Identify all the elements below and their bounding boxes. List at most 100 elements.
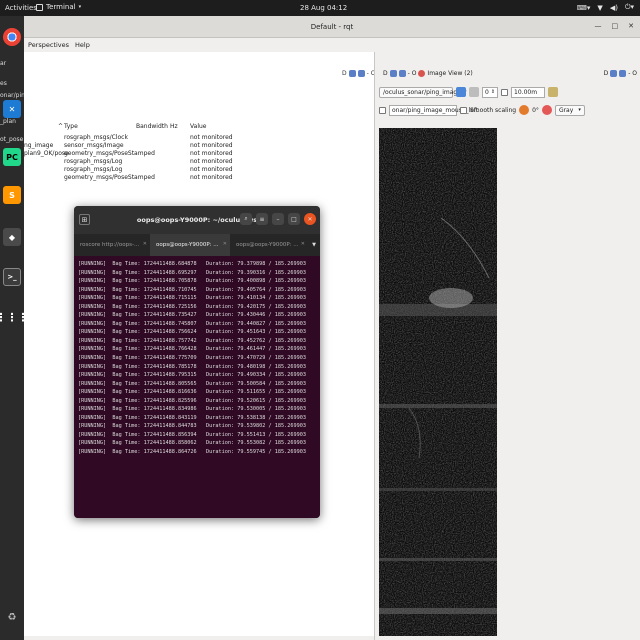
sonar-image[interactable] bbox=[379, 128, 497, 636]
window-controls: — □ ✕ bbox=[595, 22, 635, 30]
table-row[interactable]: geometry_msgs/PoseStamped not monitored bbox=[24, 174, 374, 182]
terminal-line: [RUNNING] Bag Time: 1724411488.864726 Du… bbox=[78, 449, 306, 456]
mouse-topic-field[interactable]: onar/ping_image_mouse_left bbox=[389, 104, 478, 116]
table-row[interactable]: rosgraph_msgs/Log not monitored bbox=[24, 158, 374, 166]
vscode-icon[interactable]: ✕ bbox=[3, 100, 21, 118]
help-icon[interactable] bbox=[398, 70, 406, 77]
dock-float-button[interactable]: D bbox=[604, 70, 609, 77]
close-icon[interactable]: ✕ bbox=[301, 241, 305, 247]
menu-bar: Perspectives Help bbox=[24, 38, 640, 52]
table-row[interactable]: plan9_OK/pose geometry_msgs/PoseStamped … bbox=[24, 150, 374, 158]
show-apps-icon[interactable]: ⋮⋮⋮ bbox=[0, 308, 29, 326]
topic-table: rosgraph_msgs/Clock not monitored ng_ima… bbox=[24, 134, 374, 182]
image-view-toolbar: /oculus_sonar/ping_image ▾ 0 ⇕ 10.00m bbox=[379, 86, 559, 98]
smooth-scaling-checkbox[interactable] bbox=[460, 106, 467, 114]
terminal-line: [RUNNING] Bag Time: 1724411488.725156 Du… bbox=[78, 303, 306, 310]
zoom-fit-icon[interactable] bbox=[469, 87, 479, 97]
minimize-button[interactable]: – bbox=[272, 213, 284, 225]
tab-oops-2[interactable]: oops@oops-Y9000P: ... ✕ bbox=[150, 234, 230, 256]
desktop-file-label[interactable]: _plan bbox=[0, 118, 16, 125]
image-view-panel: D - O Image View (2) D - O /oculus_sonar… bbox=[374, 52, 640, 640]
tab-roscore[interactable]: roscore http://oops-... ✕ bbox=[74, 234, 150, 256]
desktop-file-label[interactable]: ot_pose bbox=[0, 136, 23, 143]
clock[interactable]: 28 Aug 04:12 bbox=[300, 4, 347, 12]
minimize-button[interactable]: — bbox=[595, 22, 602, 30]
topic-type: rosgraph_msgs/Clock bbox=[64, 134, 128, 141]
cube-app-icon[interactable]: ◆ bbox=[3, 228, 21, 246]
save-icon[interactable] bbox=[548, 87, 559, 97]
app-menu[interactable]: Terminal ▾ bbox=[36, 3, 81, 11]
terminal-window: ⊞ oops@oops-Y9000P: ~/oculus_ws ⌕ ≡ – □ … bbox=[74, 206, 320, 518]
desktop-file-label[interactable]: ar bbox=[0, 60, 6, 67]
image-view-title-row: D - O Image View (2) D - O bbox=[375, 70, 640, 80]
sublime-icon[interactable]: S bbox=[3, 186, 21, 204]
close-button[interactable]: ✕ bbox=[628, 22, 634, 30]
tab-label: oops@oops-Y9000P: ... bbox=[156, 242, 219, 248]
search-icon[interactable]: ⌕ bbox=[240, 213, 252, 225]
hamburger-menu-icon[interactable]: ≡ bbox=[256, 213, 268, 225]
terminal-tabs: roscore http://oops-... ✕ oops@oops-Y900… bbox=[74, 234, 320, 256]
column-header-bandwidth[interactable]: Bandwidth bbox=[136, 123, 168, 130]
max-range-field[interactable]: 10.00m bbox=[511, 86, 546, 98]
image-view-title: Image View (2) bbox=[427, 70, 473, 77]
publish-click-checkbox[interactable] bbox=[379, 106, 386, 114]
desktop: Activities Terminal ▾ 28 Aug 04:12 ⌨▾ ▼ … bbox=[0, 0, 640, 640]
panel-close-button[interactable]: - O bbox=[628, 70, 637, 77]
reload-icon[interactable] bbox=[389, 70, 397, 77]
window-title: Default - rqt bbox=[310, 23, 354, 31]
terminal-output[interactable]: [RUNNING] Bag Time: 1724411488.684878 Du… bbox=[74, 256, 320, 518]
reload-icon[interactable] bbox=[348, 70, 356, 77]
terminal-line: [RUNNING] Bag Time: 1724411488.816636 Du… bbox=[78, 389, 306, 396]
colormap-select[interactable]: Gray ▾ bbox=[554, 104, 585, 116]
pycharm-icon[interactable]: PC bbox=[3, 148, 21, 166]
help-icon[interactable] bbox=[357, 70, 365, 77]
refresh-icon[interactable] bbox=[456, 87, 466, 97]
dock-float-button[interactable]: D bbox=[342, 70, 347, 77]
desktop-file-label[interactable]: es bbox=[0, 80, 7, 87]
terminal-icon[interactable]: >_ bbox=[3, 268, 21, 286]
keyboard-icon: ⌨▾ bbox=[576, 3, 591, 12]
help-icon[interactable] bbox=[619, 70, 627, 77]
chrome-icon[interactable] bbox=[3, 28, 21, 46]
maximize-button[interactable]: □ bbox=[612, 22, 619, 30]
close-icon[interactable]: ✕ bbox=[143, 241, 147, 247]
topic-type: geometry_msgs/PoseStamped bbox=[64, 150, 155, 157]
column-header-value[interactable]: Value bbox=[190, 123, 206, 130]
tab-label: roscore http://oops-... bbox=[80, 242, 140, 248]
record-icon bbox=[418, 70, 426, 77]
system-tray[interactable]: ⌨▾ ▼ ◀) ⏻▾ bbox=[577, 3, 634, 12]
column-header-hz[interactable]: Hz bbox=[170, 123, 178, 130]
rqt-titlebar[interactable]: Default - rqt — □ ✕ bbox=[24, 16, 640, 38]
dynamic-range-checkbox[interactable] bbox=[501, 88, 509, 96]
terminal-line: [RUNNING] Bag Time: 1724411488.785178 Du… bbox=[78, 363, 306, 370]
maximize-button[interactable]: □ bbox=[288, 213, 300, 225]
topic-type: sensor_msgs/Image bbox=[64, 142, 124, 149]
chevron-down-icon[interactable]: ▼ bbox=[312, 242, 316, 248]
trash-icon[interactable]: ♻ bbox=[3, 608, 21, 626]
topic-name: ng_image bbox=[24, 142, 54, 149]
tab-oops-3[interactable]: oops@oops-Y9000P: ... ✕ bbox=[230, 234, 308, 256]
activities-button[interactable]: Activities bbox=[5, 4, 37, 12]
topic-value: not monitored bbox=[190, 134, 233, 141]
terminal-header[interactable]: ⊞ oops@oops-Y9000P: ~/oculus_ws ⌕ ≡ – □ … bbox=[74, 206, 320, 234]
topic-value: not monitored bbox=[190, 166, 233, 173]
image-view-toolbar-2: onar/ping_image_mouse_left Smooth scalin… bbox=[379, 104, 585, 116]
column-header-type[interactable]: Type bbox=[64, 123, 78, 130]
menu-perspectives[interactable]: Perspectives bbox=[28, 41, 69, 49]
terminal-line: [RUNNING] Bag Time: 1724411488.735427 Du… bbox=[78, 312, 306, 319]
topic-select[interactable]: /oculus_sonar/ping_image ▾ bbox=[379, 86, 466, 98]
close-button[interactable]: ✕ bbox=[304, 213, 316, 225]
table-row[interactable]: ng_image sensor_msgs/Image not monitored bbox=[24, 142, 374, 150]
top-bar: Activities Terminal ▾ 28 Aug 04:12 ⌨▾ ▼ … bbox=[0, 0, 640, 16]
topic-value: not monitored bbox=[190, 150, 233, 157]
close-icon[interactable]: ✕ bbox=[223, 241, 227, 247]
table-row[interactable]: rosgraph_msgs/Log not monitored bbox=[24, 166, 374, 174]
menu-help[interactable]: Help bbox=[75, 41, 90, 49]
table-row[interactable]: rosgraph_msgs/Clock not monitored bbox=[24, 134, 374, 142]
rotate-right-icon[interactable] bbox=[541, 105, 552, 115]
panel-close-button[interactable]: - O bbox=[408, 70, 417, 77]
dock-float-button[interactable]: D bbox=[383, 70, 388, 77]
quality-spinbox[interactable]: 0 ⇕ bbox=[482, 86, 499, 98]
reload-icon[interactable] bbox=[610, 70, 618, 77]
rotate-icon[interactable] bbox=[519, 105, 530, 115]
